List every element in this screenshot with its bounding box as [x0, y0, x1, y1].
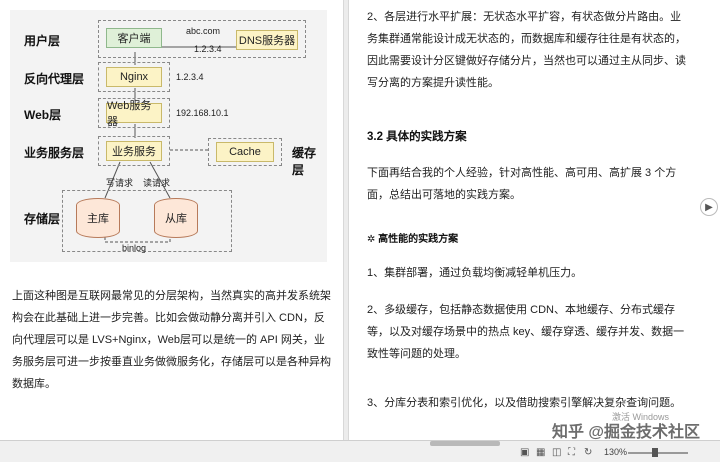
fullscreen-icon[interactable]: ⛶ — [568, 447, 575, 458]
nginx-node: Nginx — [106, 67, 162, 87]
right-paragraph-3: 1、集群部署，通过负载均衡减轻单机压力。 — [367, 267, 583, 279]
dns-ip-label: 1.2.3.4 — [194, 44, 222, 54]
cache-node: Cache — [216, 142, 274, 162]
layer-label-web: Web层 — [24, 108, 62, 122]
domain-label: abc.com — [186, 26, 221, 36]
subheading-performance: ✲ 高性能的实践方案 — [367, 234, 459, 245]
biz-service-node: 业务服务 — [106, 141, 162, 161]
architecture-diagram: 用户层 反向代理层 Web层 业务服务层 存储层 缓存层 客户端 DNS服务器 … — [10, 10, 327, 262]
nginx-ip-label: 1.2.3.4 — [176, 72, 204, 82]
master-db-node: 主库 — [76, 198, 120, 238]
document-page-left: 用户层 反向代理层 Web层 业务服务层 存储层 缓存层 客户端 DNS服务器 … — [0, 0, 343, 440]
watermark: 知乎 @掘金技术社区 — [551, 424, 700, 441]
right-paragraph-4: 2、多级缓存，包括静态数据使用 CDN、本地缓存、分布式缓存等，以及对缓存场景中… — [367, 304, 685, 360]
chevron-right-icon: ▶ — [705, 201, 713, 213]
client-node: 客户端 — [106, 28, 162, 48]
binlog-label: binlog — [122, 243, 147, 253]
layer-label-user: 用户层 — [24, 34, 61, 48]
status-bar: ▣ ▦ ◫ ⛶ ↻ 130% — [0, 440, 720, 462]
web-ip-label: 192.168.10.1 — [176, 108, 229, 118]
dual-page-icon[interactable]: ◫ — [552, 447, 561, 458]
page-view-icon[interactable]: ▣ — [520, 447, 529, 458]
write-request-label: 写请求 — [106, 178, 134, 188]
layer-label-service: 业务服务层 — [24, 146, 85, 160]
dns-node: DNS服务器 — [236, 30, 298, 50]
layer-label-cache: 缓存层 — [292, 146, 317, 177]
fit-width-icon[interactable]: ▦ — [536, 447, 545, 458]
left-paragraph: 上面这种图是互联网最常见的分层架构，当然真实的高并发系统架构会在此基础上进一步完… — [12, 290, 331, 390]
next-page-button[interactable]: ▶ — [700, 198, 718, 216]
section-heading-3-2: 3.2 具体的实践方案 — [367, 131, 467, 143]
read-request-label: 读请求 — [143, 178, 171, 188]
layer-label-proxy: 反向代理层 — [24, 72, 85, 86]
zoom-slider[interactable] — [628, 452, 688, 454]
horizontal-scrollbar-thumb[interactable] — [430, 441, 500, 446]
zoom-slider-handle[interactable] — [652, 448, 658, 457]
layer-label-storage: 存储层 — [24, 212, 61, 226]
right-paragraph-2: 下面再结合我的个人经验，针对高性能、高可用、高扩展 3 个方面，总结出可落地的实… — [367, 167, 677, 201]
web-server-node: Web服务器 — [106, 100, 162, 128]
slave-db-node: 从库 — [154, 198, 198, 238]
rotate-icon[interactable]: ↻ — [584, 447, 592, 458]
zoom-level: 130% — [604, 447, 628, 457]
document-page-right: 2、各层进行水平扩展：无状态水平扩容，有状态做分片路由。业务集群通常能设计成无状… — [349, 0, 701, 440]
right-paragraph-1: 2、各层进行水平扩展：无状态水平扩容，有状态做分片路由。业务集群通常能设计成无状… — [367, 11, 686, 89]
